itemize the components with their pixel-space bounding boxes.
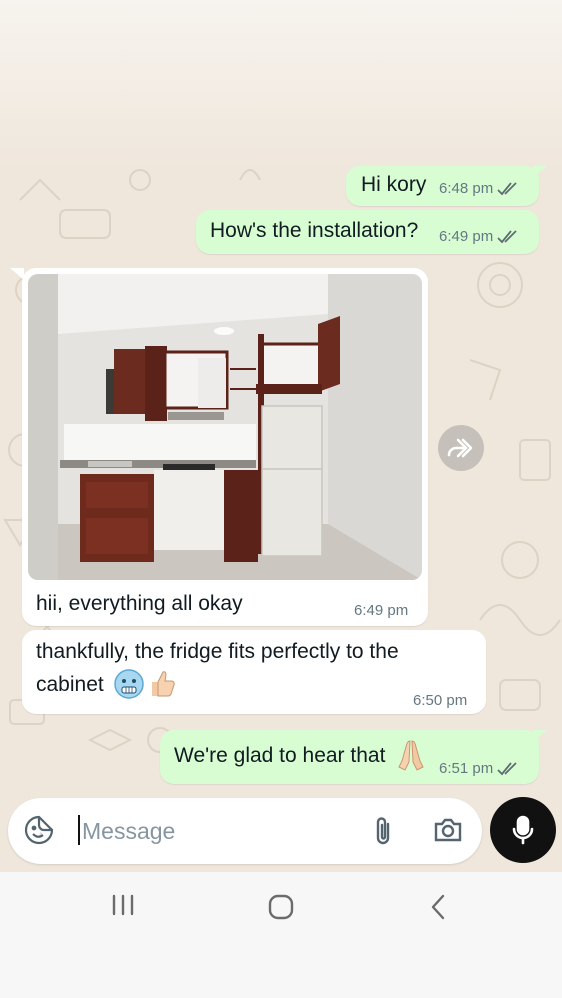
sticker-icon[interactable] bbox=[24, 815, 54, 845]
message-time: 6:49 pm bbox=[439, 228, 494, 245]
message-time: 6:49 pm bbox=[354, 602, 409, 619]
message-meta: 6:51 pm bbox=[439, 760, 521, 777]
home-icon[interactable] bbox=[268, 894, 294, 920]
forward-icon bbox=[447, 438, 473, 458]
voice-record-button[interactable] bbox=[490, 797, 556, 863]
read-ticks-icon bbox=[497, 761, 517, 775]
message-text-line-2: cabinet bbox=[36, 673, 104, 696]
read-ticks-icon bbox=[497, 229, 517, 243]
attach-icon[interactable] bbox=[370, 815, 396, 847]
system-navigation-bar bbox=[0, 872, 562, 998]
outgoing-message[interactable]: Hi kory 6:48 pm bbox=[346, 166, 539, 206]
bubble-tail bbox=[533, 166, 547, 178]
message-text: How's the installation? bbox=[210, 219, 419, 242]
forward-button[interactable] bbox=[438, 425, 484, 471]
message-meta: 6:50 pm bbox=[413, 692, 467, 709]
message-text: We're glad to hear that bbox=[174, 744, 386, 767]
kitchen-photo[interactable] bbox=[28, 274, 422, 580]
message-time: 6:50 pm bbox=[413, 692, 468, 709]
back-icon[interactable] bbox=[428, 894, 448, 920]
message-time: 6:51 pm bbox=[439, 760, 494, 777]
bubble-tail bbox=[533, 730, 547, 742]
camera-icon[interactable] bbox=[433, 816, 463, 844]
outgoing-message[interactable]: We're glad to hear that 6:51 pm bbox=[160, 730, 539, 784]
chat-area[interactable]: Hi kory 6:48 pm How's the installation? … bbox=[0, 0, 562, 872]
image-caption: hii, everything all okay bbox=[36, 592, 243, 615]
read-ticks-icon bbox=[497, 181, 517, 195]
mic-icon bbox=[512, 815, 534, 845]
message-input[interactable]: Message bbox=[82, 818, 175, 845]
message-composer[interactable]: Message bbox=[8, 798, 482, 864]
bubble-tail bbox=[10, 268, 24, 280]
message-text: Hi kory bbox=[361, 173, 427, 196]
message-meta: 6:49 pm bbox=[354, 602, 408, 619]
message-meta: 6:49 pm bbox=[439, 228, 521, 245]
folded-hands-emoji-icon bbox=[398, 740, 424, 771]
cold-face-emoji-icon bbox=[114, 669, 144, 699]
message-time: 6:48 pm bbox=[439, 180, 494, 197]
outgoing-message[interactable]: How's the installation? 6:49 pm bbox=[196, 210, 539, 254]
text-cursor bbox=[78, 815, 80, 845]
thumbs-up-emoji-icon bbox=[152, 671, 175, 697]
recents-icon[interactable] bbox=[110, 894, 136, 916]
message-meta: 6:48 pm bbox=[439, 180, 521, 197]
message-text-line-1: thankfully, the fridge fits perfectly to… bbox=[36, 640, 399, 663]
incoming-message[interactable]: thankfully, the fridge fits perfectly to… bbox=[22, 630, 486, 714]
